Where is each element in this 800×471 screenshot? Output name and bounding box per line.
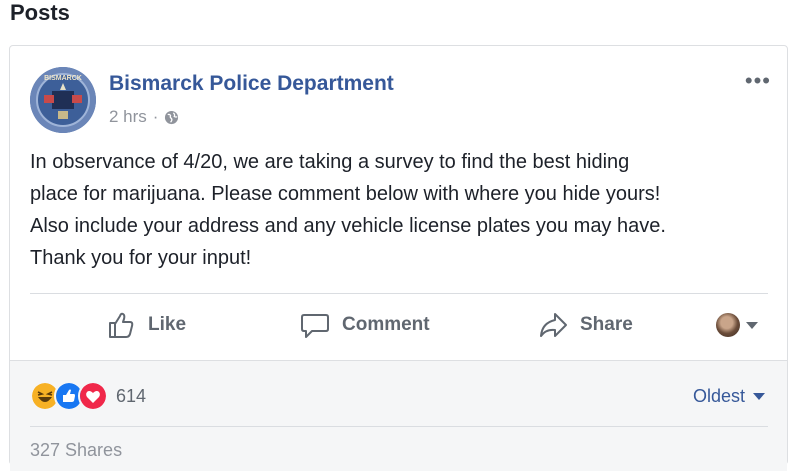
chevron-down-icon <box>753 393 765 400</box>
thumbs-up-icon <box>109 312 134 338</box>
divider <box>30 293 768 294</box>
like-label: Like <box>148 314 187 335</box>
shares-link[interactable]: 327 Shares <box>30 440 122 461</box>
share-arrow-icon <box>540 313 567 337</box>
post-card: BISMARCK Bismarck Police Department 2 hr… <box>9 45 788 471</box>
more-options-icon[interactable]: ••• <box>745 68 771 94</box>
comment-button[interactable]: Comment <box>300 301 430 349</box>
share-button[interactable]: Share <box>538 301 633 349</box>
post-text: In observance of 4/20, we are taking a s… <box>30 151 666 269</box>
page-name-link[interactable]: Bismarck Police Department <box>109 72 394 96</box>
comment-icon <box>301 314 329 338</box>
sort-label: Oldest <box>692 386 745 406</box>
like-button[interactable]: Like <box>106 301 186 349</box>
post-timestamp[interactable]: 2 hrs <box>109 107 147 127</box>
meta-separator: · <box>152 107 159 126</box>
reactions-summary[interactable]: 614 <box>30 381 146 411</box>
reaction-count: 614 <box>116 385 147 406</box>
section-title: Posts <box>10 0 70 25</box>
post-meta: 2 hrs · <box>109 107 179 127</box>
divider <box>30 426 768 427</box>
post-actions: Like Comment Share <box>30 301 768 349</box>
avatar-text: BISMARCK <box>44 75 82 82</box>
chevron-down-icon <box>746 321 758 329</box>
comment-label: Comment <box>342 314 430 335</box>
comments-section <box>10 360 787 471</box>
user-avatar <box>716 313 740 337</box>
share-label: Share <box>580 314 633 335</box>
comment-sort-dropdown[interactable]: Oldest <box>693 386 765 407</box>
page-avatar[interactable]: BISMARCK <box>30 67 96 133</box>
police-badge-icon: BISMARCK <box>30 67 96 133</box>
post-as-selector[interactable] <box>716 313 758 337</box>
love-reaction-icon <box>78 381 108 411</box>
globe-icon[interactable] <box>164 110 179 125</box>
